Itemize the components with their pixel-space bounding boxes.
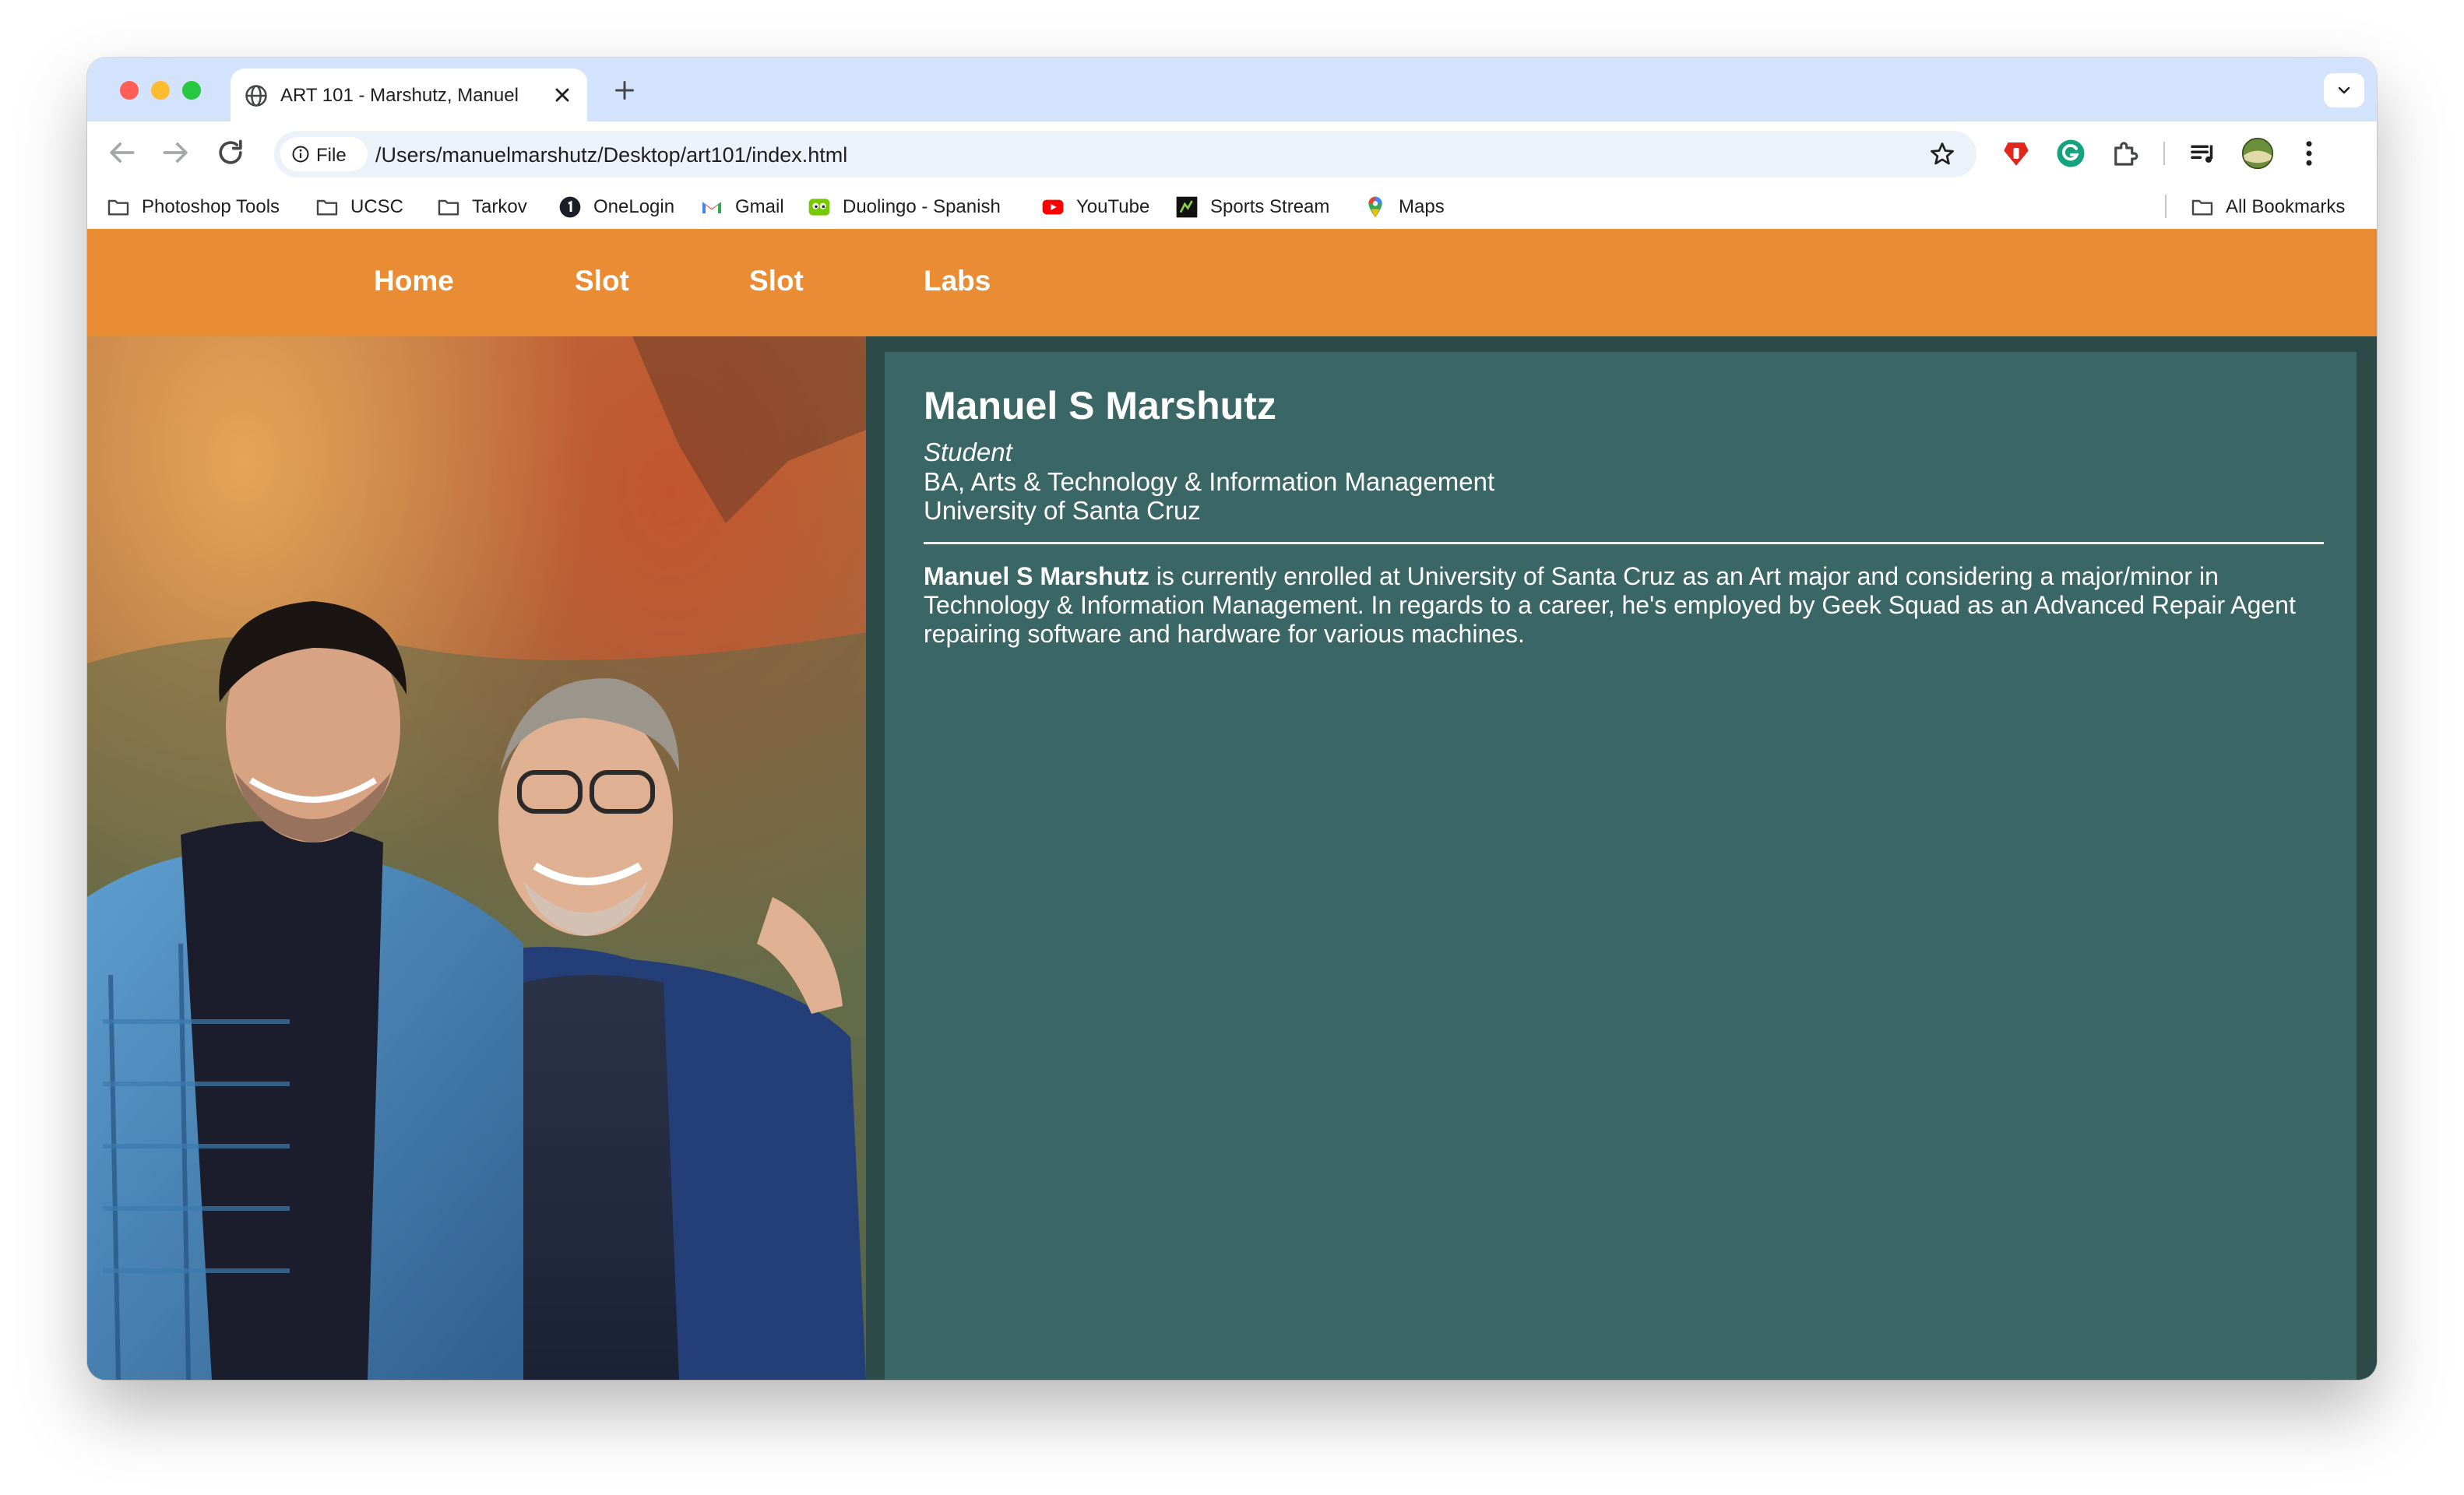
tab-title: ART 101 - Marshutz, Manuel <box>280 85 519 106</box>
grammarly-icon[interactable] <box>2054 137 2087 170</box>
bookmark-label: Maps <box>1399 196 1445 217</box>
nav-link-home[interactable]: Home <box>374 265 454 297</box>
address-bar[interactable]: File /Users/manuelmarshutz/Desktop/art10… <box>274 131 1976 178</box>
bookmark-onelogin[interactable]: OneLogin <box>558 193 674 221</box>
close-tab-icon[interactable] <box>551 84 573 106</box>
forward-arrow-icon[interactable] <box>159 135 193 170</box>
bookmark-maps[interactable]: Maps <box>1363 193 1445 221</box>
reload-icon[interactable] <box>213 135 248 170</box>
extensions-puzzle-icon[interactable] <box>2109 137 2142 170</box>
toolbar-divider <box>2163 142 2165 165</box>
bookmark-label: Photoshop Tools <box>142 196 280 217</box>
folder-icon <box>2191 199 2213 216</box>
maps-icon <box>1368 196 1382 218</box>
youtube-icon <box>1042 199 1064 215</box>
bookmarks-divider <box>2165 195 2167 218</box>
tab-search-button[interactable] <box>2324 73 2364 107</box>
divider-line <box>924 542 2324 544</box>
scheme-label: File <box>316 145 347 166</box>
profile-name: Manuel S Marshutz <box>924 384 1276 427</box>
gmail-icon <box>702 202 721 213</box>
bookmark-label: Gmail <box>735 196 784 217</box>
bookmark-tarkov[interactable]: Tarkov <box>436 193 527 221</box>
bookmark-label: Sports Stream <box>1210 196 1330 217</box>
tab-active[interactable]: ART 101 - Marshutz, Manuel <box>231 69 587 121</box>
folder-icon <box>107 199 129 216</box>
profile-school: University of Santa Cruz <box>924 496 1201 525</box>
bookmark-youtube[interactable]: YouTube <box>1040 193 1149 221</box>
browser-toolbar: File /Users/manuelmarshutz/Desktop/art10… <box>87 121 2377 185</box>
profile-degree: BA, Arts & Technology & Information Mana… <box>924 467 1495 496</box>
new-tab-icon[interactable] <box>611 76 639 104</box>
profile-avatar-icon[interactable] <box>2241 137 2274 170</box>
site-info-chip[interactable]: File <box>280 137 368 171</box>
nav-link-slot-2[interactable]: Slot <box>749 265 804 297</box>
bookmark-ucsc[interactable]: UCSC <box>315 193 403 221</box>
url-text[interactable]: /Users/manuelmarshutz/Desktop/art101/ind… <box>375 143 847 167</box>
maximize-window-button[interactable] <box>182 81 201 100</box>
folder-icon <box>316 199 338 216</box>
nav-link-labs[interactable]: Labs <box>924 265 991 297</box>
browser-window: ART 101 - Marshutz, Manuel File /Users/m… <box>87 58 2377 1380</box>
sports-stream-icon <box>1176 196 1198 218</box>
bookmark-label: Tarkov <box>472 196 527 217</box>
bookmark-label: YouTube <box>1076 196 1150 217</box>
bookmark-photoshop-tools[interactable]: Photoshop Tools <box>106 193 280 221</box>
tab-strip: ART 101 - Marshutz, Manuel <box>87 58 2377 121</box>
bookmark-label: Duolingo - Spanish <box>843 196 1001 217</box>
all-bookmarks-label: All Bookmarks <box>2226 196 2346 217</box>
bookmarks-bar: Photoshop Tools UCSC Tarkov OneLogin Gma… <box>87 185 2377 229</box>
onelogin-icon <box>559 196 581 218</box>
bookmark-duolingo[interactable]: Duolingo - Spanish <box>807 193 1001 221</box>
more-menu-icon[interactable] <box>2293 137 2325 170</box>
profile-role: Student <box>924 438 1012 466</box>
chevron-down-icon <box>2338 86 2350 94</box>
media-queue-icon[interactable] <box>2187 137 2219 170</box>
bookmark-gmail[interactable]: Gmail <box>699 193 784 221</box>
back-arrow-icon[interactable] <box>104 135 139 170</box>
nav-link-slot-1[interactable]: Slot <box>575 265 629 297</box>
all-bookmarks-button[interactable]: All Bookmarks <box>2190 193 2345 221</box>
close-window-button[interactable] <box>120 81 139 100</box>
globe-icon <box>245 85 267 107</box>
profile-bio: Manuel S Marshutz is currently enrolled … <box>924 562 2318 649</box>
bookmark-label: OneLogin <box>593 196 675 217</box>
bookmark-label: UCSC <box>350 196 404 217</box>
page-viewport: Home Slot Slot Labs Manuel S Marshutz St… <box>87 229 2377 1380</box>
bio-name: Manuel S Marshutz <box>924 562 1149 590</box>
profile-card: Manuel S Marshutz Student BA, Arts & Tec… <box>885 352 2357 1380</box>
bookmark-star-icon[interactable] <box>1928 140 1956 168</box>
duolingo-icon <box>808 199 830 216</box>
bookmark-sports-stream[interactable]: Sports Stream <box>1174 193 1329 221</box>
folder-icon <box>438 199 459 216</box>
site-nav-bar: Home Slot Slot Labs <box>87 229 2377 336</box>
info-icon <box>292 146 309 163</box>
profile-photo <box>87 336 866 1380</box>
opera-extension-icon[interactable] <box>2000 137 2033 170</box>
minimize-window-button[interactable] <box>151 81 170 100</box>
